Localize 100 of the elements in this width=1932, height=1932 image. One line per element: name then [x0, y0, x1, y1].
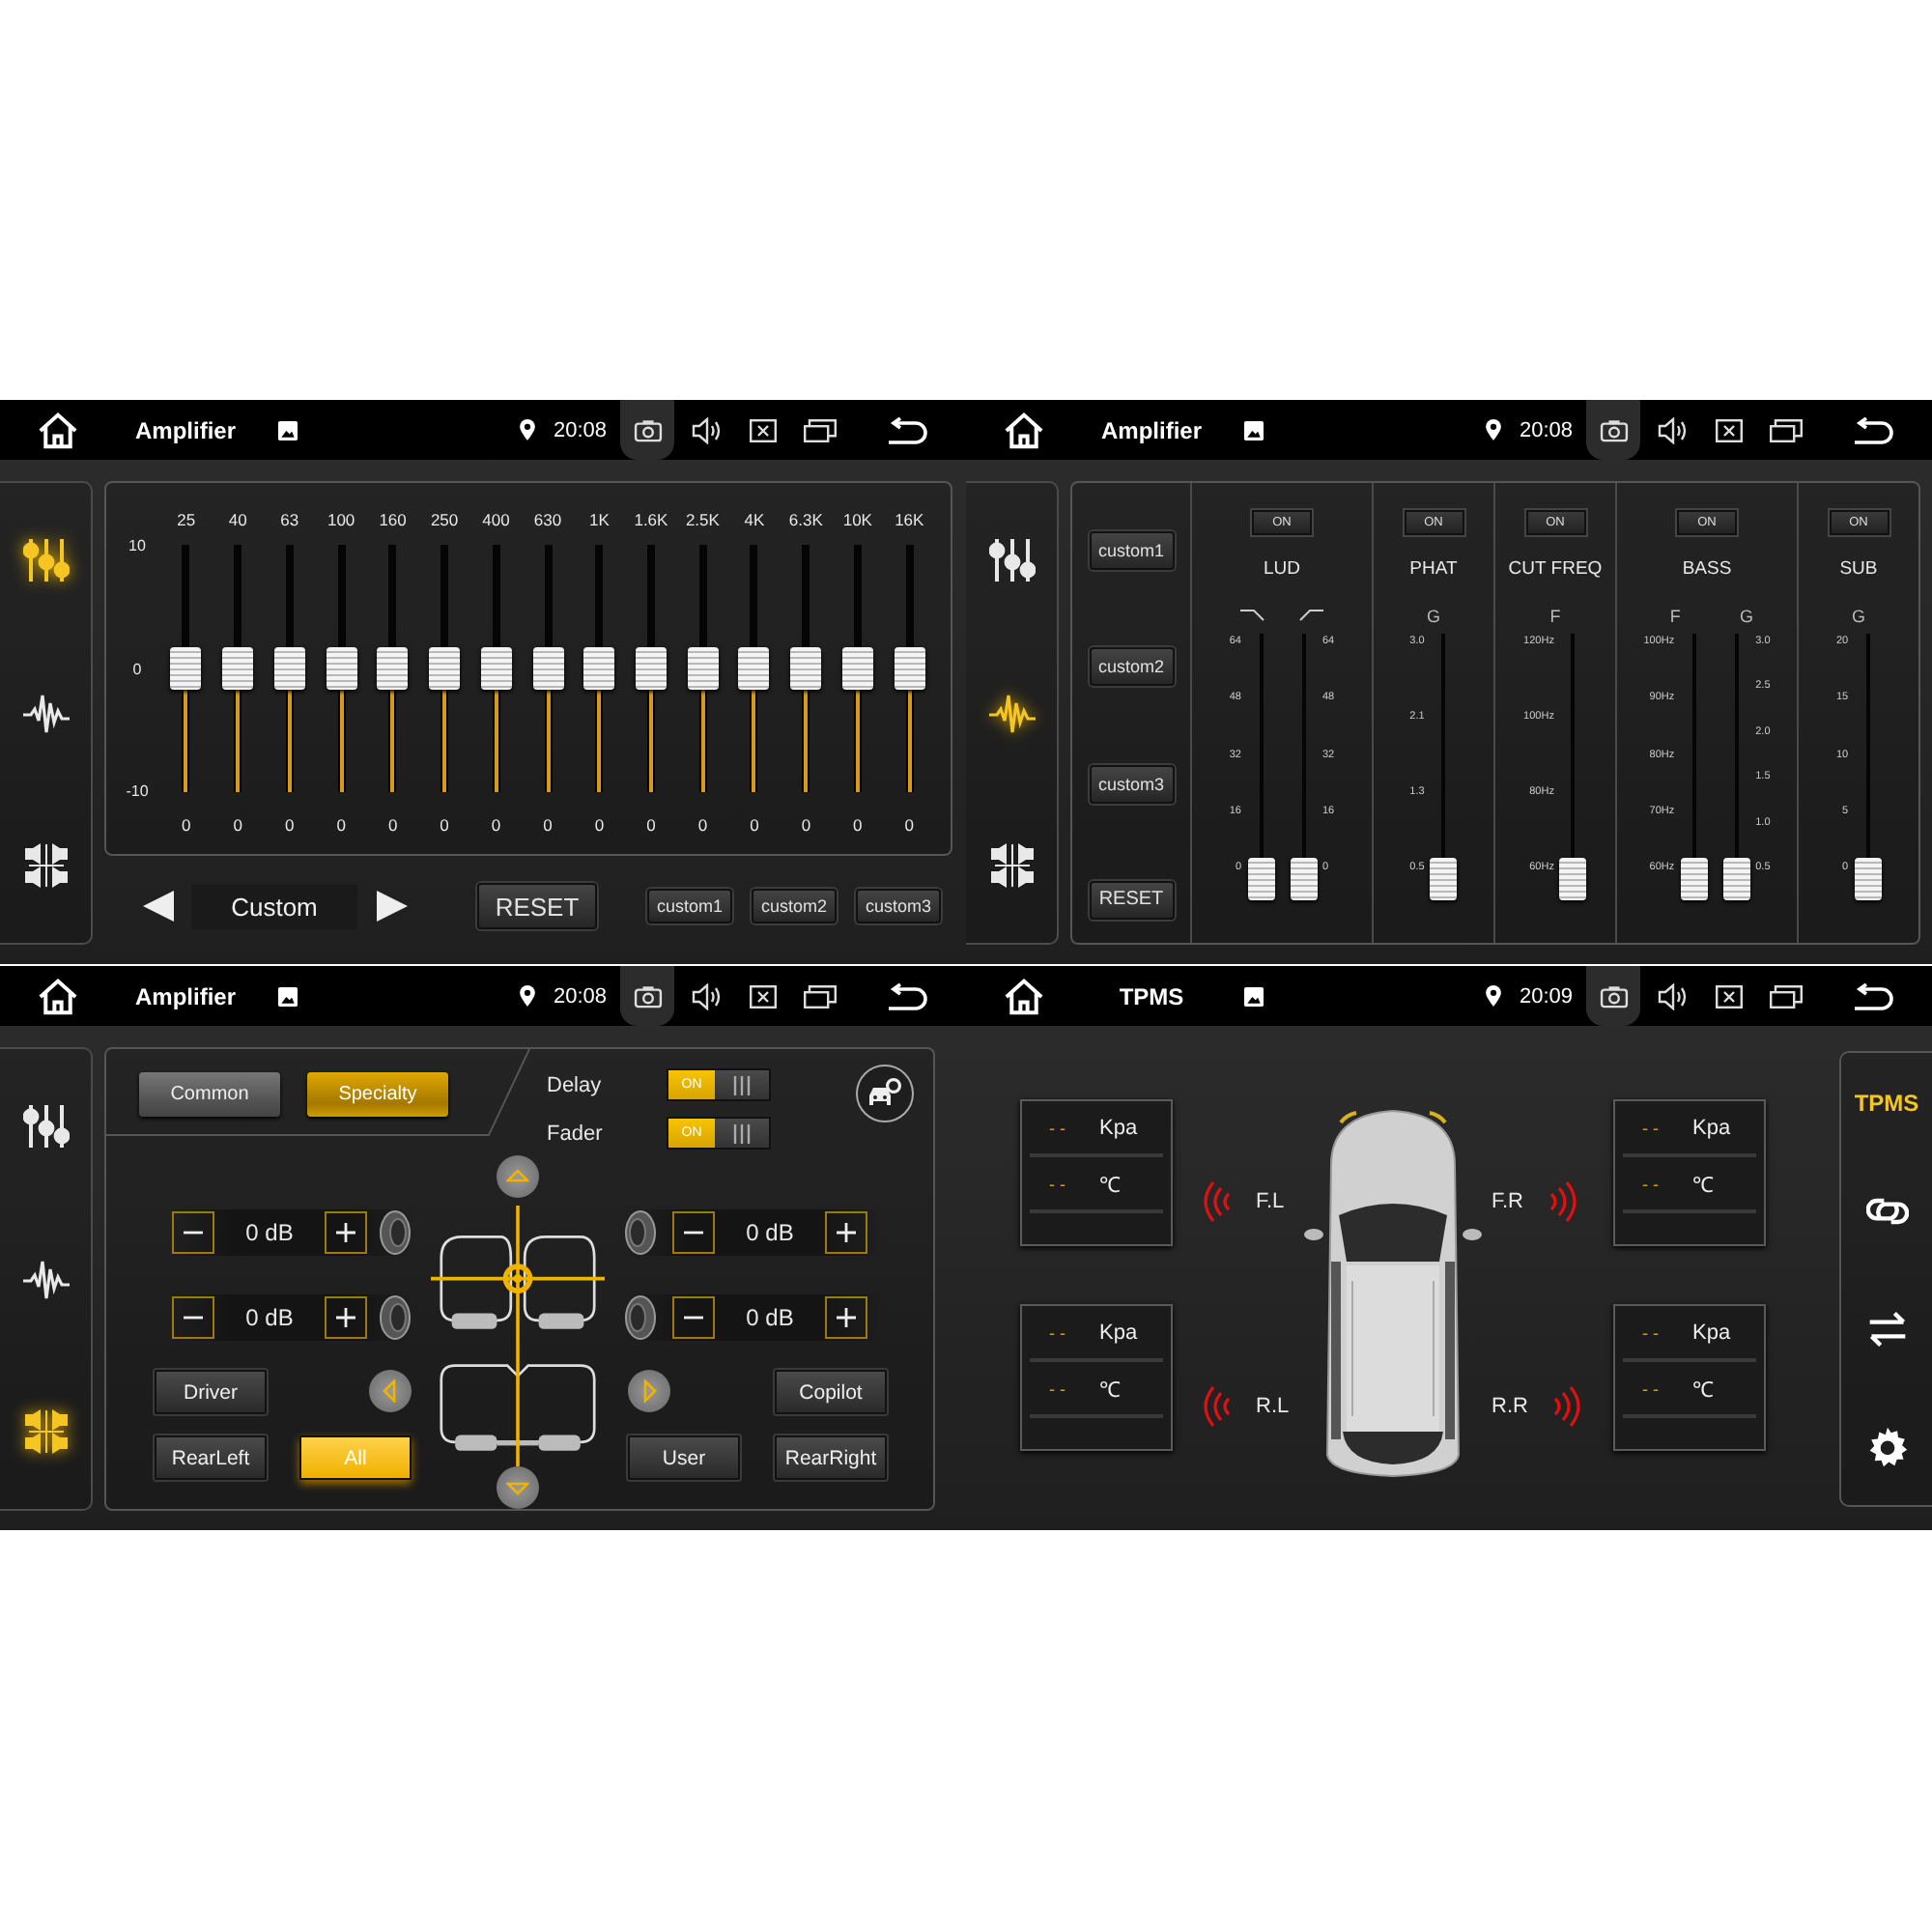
- curve-icon: [1237, 607, 1265, 624]
- volume-icon[interactable]: [692, 982, 723, 1009]
- equalizer-sliders-icon[interactable]: [22, 1102, 69, 1150]
- volume-icon[interactable]: [1658, 416, 1689, 443]
- screenshot-button[interactable]: [620, 966, 674, 1026]
- close-icon[interactable]: [750, 418, 777, 441]
- screenshot-button[interactable]: [620, 400, 674, 460]
- left-button[interactable]: [369, 1370, 412, 1412]
- slider-thumb[interactable]: [326, 647, 357, 690]
- screenshot-button[interactable]: [1586, 400, 1640, 460]
- slider-thumb[interactable]: [1290, 858, 1317, 900]
- screenshot-button[interactable]: [1586, 966, 1640, 1026]
- axis-label: G: [1426, 607, 1440, 630]
- slider-thumb[interactable]: [377, 647, 409, 690]
- decrease-button[interactable]: [672, 1296, 715, 1339]
- preset-button[interactable]: custom2: [1089, 647, 1174, 687]
- slider-thumb[interactable]: [1430, 858, 1458, 900]
- increase-button[interactable]: [825, 1296, 867, 1339]
- scale-label: 10: [128, 537, 146, 554]
- decrease-button[interactable]: [172, 1296, 214, 1339]
- slider-thumb[interactable]: [1854, 858, 1882, 900]
- plus-icon: [334, 1221, 357, 1244]
- settings-icon[interactable]: [1865, 1423, 1908, 1469]
- position-button[interactable]: Driver: [155, 1370, 267, 1414]
- back-icon[interactable]: [887, 982, 929, 1009]
- slider-thumb[interactable]: [841, 647, 873, 690]
- right-button[interactable]: [628, 1370, 670, 1412]
- slider-thumb[interactable]: [583, 647, 615, 690]
- previous-arrow-icon[interactable]: [141, 889, 176, 923]
- increase-button[interactable]: [825, 1211, 867, 1254]
- preset-button[interactable]: RESET: [1089, 880, 1174, 920]
- gain-value: 0: [697, 815, 708, 835]
- camera-icon[interactable]: [1599, 984, 1628, 1008]
- home-icon[interactable]: [1003, 411, 1045, 449]
- windows-icon[interactable]: [804, 418, 837, 441]
- equalizer-sliders-icon[interactable]: [22, 536, 69, 583]
- slider-thumb[interactable]: [273, 647, 305, 690]
- equalizer-sliders-icon[interactable]: [988, 536, 1035, 583]
- back-icon[interactable]: [1853, 416, 1895, 443]
- speaker-balance-icon[interactable]: [988, 842, 1035, 890]
- signal-waves-icon: [1202, 1385, 1233, 1428]
- slider-thumb[interactable]: [738, 647, 770, 690]
- position-button[interactable]: Copilot: [775, 1370, 887, 1414]
- back-icon[interactable]: [1853, 982, 1895, 1009]
- slider-thumb[interactable]: [687, 647, 719, 690]
- preset-button[interactable]: custom1: [1089, 531, 1174, 570]
- preset-button[interactable]: custom3: [1089, 764, 1174, 804]
- car-settings-button[interactable]: [856, 1065, 914, 1122]
- camera-icon[interactable]: [633, 984, 662, 1008]
- windows-icon[interactable]: [1770, 984, 1803, 1008]
- home-icon[interactable]: [1003, 977, 1045, 1015]
- slider-thumb[interactable]: [222, 647, 254, 690]
- down-button[interactable]: [496, 1466, 538, 1509]
- slider-thumb[interactable]: [1722, 858, 1750, 900]
- close-icon[interactable]: [1716, 418, 1743, 441]
- slider-thumb[interactable]: [1247, 858, 1274, 900]
- speaker-balance-icon[interactable]: [22, 1408, 69, 1456]
- car-gear-icon: [867, 1078, 902, 1109]
- windows-icon[interactable]: [1770, 418, 1803, 441]
- camera-icon[interactable]: [1599, 418, 1628, 441]
- next-arrow-icon[interactable]: [375, 889, 410, 923]
- preset-button[interactable]: custom1: [647, 889, 732, 923]
- preset-button[interactable]: custom3: [856, 889, 941, 923]
- slider-thumb[interactable]: [170, 647, 202, 690]
- close-icon[interactable]: [1716, 984, 1743, 1008]
- menu-tab[interactable]: TPMS: [1854, 1089, 1919, 1116]
- frequency-label: 10K: [842, 508, 872, 533]
- temperature-value: - -: [1047, 1378, 1067, 1398]
- pressure-value: - -: [1047, 1322, 1067, 1342]
- back-icon[interactable]: [887, 416, 929, 443]
- increase-button[interactable]: [325, 1211, 367, 1254]
- reset-button[interactable]: RESET: [477, 883, 597, 929]
- preset-button[interactable]: custom2: [752, 889, 837, 923]
- position-button[interactable]: RearRight: [775, 1435, 887, 1480]
- close-icon[interactable]: [750, 984, 777, 1008]
- image-icon: [278, 420, 298, 440]
- windows-icon[interactable]: [804, 984, 837, 1008]
- home-icon[interactable]: [37, 977, 79, 1015]
- slider-thumb[interactable]: [532, 647, 563, 690]
- slider-thumb[interactable]: [480, 647, 512, 690]
- up-button[interactable]: [496, 1155, 538, 1198]
- decrease-button[interactable]: [672, 1211, 715, 1254]
- slider-thumb[interactable]: [635, 647, 667, 690]
- volume-icon[interactable]: [692, 416, 723, 443]
- increase-button[interactable]: [325, 1296, 367, 1339]
- slider-thumb[interactable]: [1559, 858, 1587, 900]
- signal-waves-icon: [1202, 1180, 1233, 1223]
- decrease-button[interactable]: [172, 1211, 214, 1254]
- pressure-unit: Kpa: [1099, 1321, 1138, 1344]
- position-button[interactable]: User: [628, 1435, 740, 1480]
- camera-icon[interactable]: [633, 418, 662, 441]
- mode-tab[interactable]: Common: [139, 1072, 280, 1117]
- volume-icon[interactable]: [1658, 982, 1689, 1009]
- slider-thumb[interactable]: [1680, 858, 1708, 900]
- slider-thumb[interactable]: [790, 647, 822, 690]
- slider-thumb[interactable]: [429, 647, 461, 690]
- speaker-balance-icon[interactable]: [22, 842, 69, 890]
- home-icon[interactable]: [37, 411, 79, 449]
- slider-thumb[interactable]: [894, 647, 925, 690]
- position-button[interactable]: RearLeft: [155, 1435, 267, 1480]
